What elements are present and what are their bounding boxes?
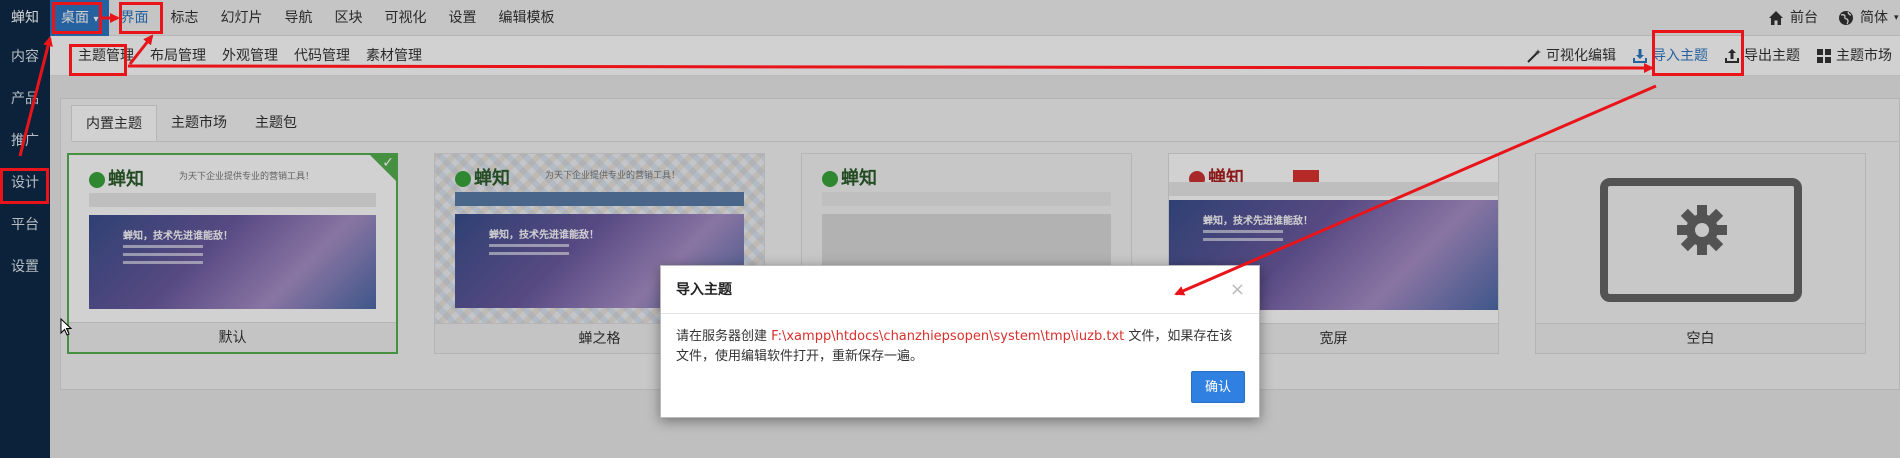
import-theme-modal: 导入主题 × 请在服务器创建 F:\xampp\htdocs\chanzhiep… xyxy=(660,265,1260,418)
modal-file-path: F:\xampp\htdocs\chanzhiepsopen\system\tm… xyxy=(771,329,1125,344)
annotation-box-interface xyxy=(119,2,163,34)
mouse-cursor-icon xyxy=(60,318,72,336)
annotation-box-import xyxy=(1652,30,1744,76)
annotation-box-theme-manage xyxy=(69,44,127,76)
annotation-box-design xyxy=(0,168,49,204)
modal-title: 导入主题 xyxy=(676,282,732,298)
annotation-box-desktop xyxy=(52,2,102,34)
modal-text-before: 请在服务器创建 xyxy=(676,329,772,344)
modal-header: 导入主题 × xyxy=(661,266,1259,314)
modal-message: 请在服务器创建 F:\xampp\htdocs\chanzhiepsopen\s… xyxy=(661,314,1259,367)
confirm-button[interactable]: 确认 xyxy=(1191,371,1245,403)
close-icon[interactable]: × xyxy=(1230,266,1245,314)
